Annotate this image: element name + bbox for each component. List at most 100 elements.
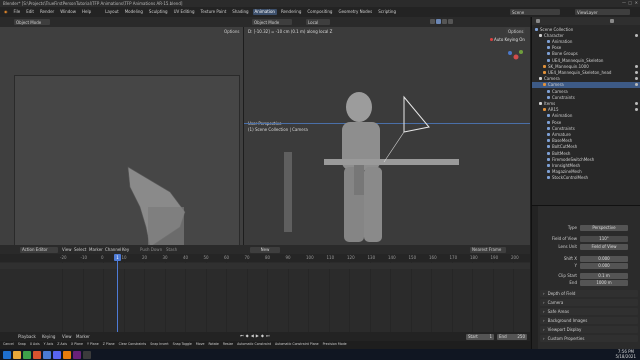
- options-button[interactable]: Options: [222, 28, 242, 34]
- tab-modeling[interactable]: Modeling: [123, 9, 145, 15]
- visibility-eye-icon[interactable]: [635, 33, 638, 37]
- camera-viewport[interactable]: Options: [0, 27, 243, 268]
- visibility-eye-icon[interactable]: [635, 77, 638, 81]
- fov-field[interactable]: 110°: [580, 235, 628, 242]
- dopesheet[interactable]: -20 -10 0 10 20 30 40 50 60 70 80 90 100 110 120 130 140…: [0, 254, 530, 332]
- panel-section[interactable]: › Viewport Display: [540, 326, 638, 333]
- main-viewport[interactable]: D: [-10.32] = -10 cm (0.1 m) along local…: [244, 27, 530, 245]
- orientation-dropdown[interactable]: Local: [306, 19, 330, 25]
- stash-button[interactable]: Stash: [166, 248, 177, 252]
- menu-file[interactable]: File: [14, 10, 21, 14]
- minimize-icon[interactable]: —: [622, 1, 626, 5]
- wireframe-icon[interactable]: [430, 19, 435, 24]
- visibility-eye-icon[interactable]: [635, 64, 638, 68]
- menu-edit[interactable]: Edit: [26, 10, 34, 14]
- menu-channel[interactable]: Channel: [105, 248, 121, 252]
- current-frame-badge[interactable]: 1: [114, 254, 121, 261]
- clip-end-field[interactable]: 1000 m: [580, 279, 628, 286]
- brave-icon[interactable]: [33, 350, 41, 359]
- tab-animation[interactable]: Animation: [252, 9, 277, 15]
- orientation-label: Local: [308, 19, 319, 25]
- menu-key[interactable]: Key: [122, 248, 129, 252]
- view-menu[interactable]: View: [62, 334, 72, 339]
- marker-menu[interactable]: Marker: [76, 334, 90, 339]
- tab-sculpting[interactable]: Sculpting: [147, 9, 170, 15]
- menu-marker[interactable]: Marker: [89, 248, 103, 252]
- panel-section[interactable]: › Safe Areas: [540, 308, 638, 315]
- outliner-type-icon[interactable]: [536, 19, 540, 23]
- keying-menu[interactable]: Keying: [42, 334, 55, 339]
- visibility-eye-icon[interactable]: [635, 83, 638, 87]
- type-dropdown[interactable]: Perspective: [580, 224, 628, 231]
- jump-end-icon[interactable]: ⏭: [266, 334, 270, 338]
- outliner-item-label: Camera: [544, 76, 560, 82]
- rendered-icon[interactable]: [448, 19, 453, 24]
- visual-studio-icon[interactable]: [73, 350, 81, 359]
- maximize-icon[interactable]: □: [628, 1, 632, 5]
- menu-window[interactable]: Window: [60, 10, 76, 14]
- clip-start-field[interactable]: 0.1 m: [580, 272, 628, 279]
- unreal-icon[interactable]: [83, 350, 91, 359]
- menu-view[interactable]: View: [62, 248, 72, 252]
- outliner-item-label: BoltMesh: [552, 150, 571, 156]
- action-editor-dropdown[interactable]: Action Editor: [20, 246, 58, 253]
- menu-render[interactable]: Render: [40, 10, 54, 14]
- visibility-eye-icon[interactable]: [635, 70, 638, 74]
- viewlayer-selector[interactable]: ViewLayer: [575, 9, 630, 15]
- menu-select[interactable]: Select: [74, 248, 86, 252]
- scene-selector[interactable]: Scene: [510, 9, 560, 15]
- tab-shading[interactable]: Shading: [230, 9, 250, 15]
- chrome-icon[interactable]: [23, 350, 31, 359]
- tab-uv-editing[interactable]: UV Editing: [172, 9, 197, 15]
- solid-icon[interactable]: [436, 19, 441, 24]
- material-icon[interactable]: [442, 19, 447, 24]
- outliner[interactable]: Scene Collection Character Animation Pose Bo…: [531, 17, 640, 205]
- explorer-icon[interactable]: [13, 350, 21, 359]
- reverse-play-icon[interactable]: ◀: [251, 334, 254, 338]
- panel-section[interactable]: › Depth of Field: [540, 290, 638, 297]
- frame-tick-label: 80: [265, 255, 271, 260]
- push-down-button[interactable]: Push Down: [140, 248, 162, 252]
- shift-y-field[interactable]: 0.000: [580, 262, 628, 269]
- outliner-row[interactable]: StockControlMesh: [532, 175, 640, 181]
- panel-section[interactable]: › Custom Properties: [540, 335, 638, 342]
- end-frame-field[interactable]: End 250: [497, 333, 527, 340]
- tab-geometry-nodes[interactable]: Geometry Nodes: [336, 9, 374, 15]
- lens-unit-dropdown[interactable]: Field of View: [580, 243, 628, 250]
- playback-menu[interactable]: Playback: [18, 334, 36, 339]
- object-mode-dropdown-main[interactable]: Object Mode: [252, 19, 292, 25]
- tab-compositing[interactable]: Compositing: [305, 9, 334, 15]
- new-action-button[interactable]: New: [250, 246, 280, 253]
- visibility-eye-icon[interactable]: [635, 108, 638, 112]
- frame-tick-label: 160: [429, 255, 437, 260]
- filter-icon[interactable]: [610, 19, 614, 23]
- jump-start-icon[interactable]: ⏮: [240, 334, 244, 338]
- frame-gridline: [390, 262, 391, 332]
- blender-icon[interactable]: [63, 350, 71, 359]
- mail-icon[interactable]: [43, 350, 51, 359]
- object-mode-label: Object Mode: [16, 19, 42, 25]
- properties-panel[interactable]: Type Perspective Field of View 110° Lens U…: [531, 205, 640, 350]
- next-key-icon[interactable]: ◆: [261, 334, 264, 338]
- panel-section[interactable]: › Background Images: [540, 317, 638, 324]
- tab-scripting[interactable]: Scripting: [376, 9, 398, 15]
- play-icon[interactable]: ▶: [256, 334, 259, 338]
- object-mode-dropdown[interactable]: Object Mode: [14, 19, 50, 25]
- navigation-gizmo-icon[interactable]: [506, 47, 526, 67]
- nearest-frame-dropdown[interactable]: Nearest Frame: [470, 246, 506, 253]
- close-icon[interactable]: ✕: [635, 1, 638, 5]
- tab-texture-paint[interactable]: Texture Paint: [198, 9, 228, 15]
- panel-section[interactable]: › Camera: [540, 299, 638, 306]
- tab-rendering[interactable]: Rendering: [279, 9, 303, 15]
- windows-start-icon[interactable]: [3, 350, 11, 359]
- tab-layout[interactable]: Layout: [103, 9, 121, 15]
- start-frame-field[interactable]: Start 1: [466, 333, 494, 340]
- blender-logo-icon[interactable]: ◉: [4, 10, 8, 14]
- visibility-eye-icon[interactable]: [635, 101, 638, 105]
- shift-x-field[interactable]: 0.000: [580, 255, 628, 262]
- prev-key-icon[interactable]: ◆: [246, 334, 249, 338]
- menu-help[interactable]: Help: [82, 10, 91, 14]
- main-options-button[interactable]: Options: [506, 28, 526, 34]
- playhead[interactable]: [117, 254, 118, 332]
- discord-icon[interactable]: [53, 350, 61, 359]
